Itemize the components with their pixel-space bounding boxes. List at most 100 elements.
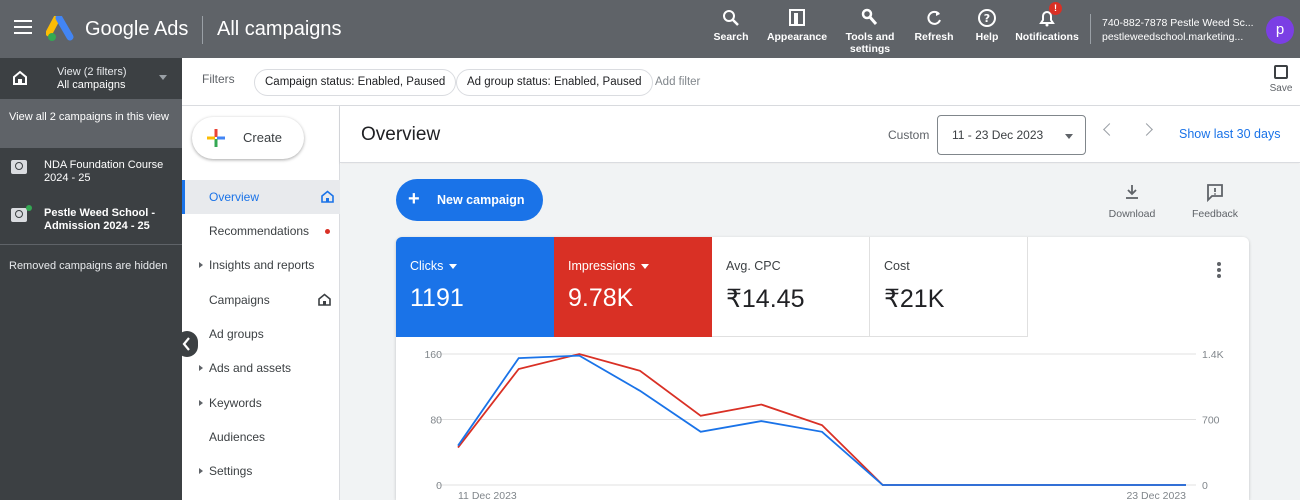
- create-label: Create: [243, 130, 283, 145]
- search-button[interactable]: Search: [712, 8, 750, 43]
- chevron-down-icon: [641, 264, 650, 270]
- nav-item-recommendations[interactable]: Recommendations: [182, 214, 340, 248]
- appearance-icon: [789, 9, 805, 26]
- metric-label: Impressions: [568, 259, 650, 273]
- appearance-button[interactable]: Appearance: [766, 8, 828, 43]
- campaign-panel: View (2 filters) All campaigns View all …: [0, 58, 182, 500]
- metric-value: 9.78K: [568, 284, 634, 312]
- page-heading: Overview: [361, 124, 441, 145]
- more-options-icon[interactable]: [1217, 262, 1221, 280]
- chevron-left-icon: [182, 337, 190, 351]
- view-name: All campaigns: [57, 79, 126, 91]
- date-range-picker[interactable]: 11 - 23 Dec 2023: [937, 115, 1086, 155]
- expand-arrow-icon: [199, 365, 203, 371]
- date-preset-label: Custom: [888, 128, 930, 142]
- save-icon: [1274, 65, 1288, 79]
- status-dot: [26, 205, 32, 211]
- notifications-label: Notifications: [1015, 31, 1079, 43]
- y-right-tick-label: 1.4K: [1202, 349, 1224, 361]
- divider: [202, 16, 203, 44]
- account-name: 740-882-7878 Pestle Weed Sc...: [1102, 17, 1254, 29]
- download-button[interactable]: Download: [1106, 182, 1158, 220]
- overview-content: + New campaign Download Feedback Clicks …: [340, 164, 1300, 500]
- notifications-button[interactable]: ! Notifications: [1014, 2, 1080, 43]
- metric-tile-cost[interactable]: Cost ₹21K: [870, 237, 1028, 337]
- filter-chip-ad-group-status[interactable]: Ad group status: Enabled, Paused: [456, 69, 653, 96]
- help-button[interactable]: ? Help: [970, 8, 1004, 43]
- metric-tile-clicks[interactable]: Clicks 1191: [396, 237, 554, 337]
- y-left-tick-label: 0: [436, 480, 442, 492]
- performance-card: Clicks 1191 Impressions 9.78K Avg. CPC ₹…: [396, 237, 1249, 500]
- search-label: Search: [713, 31, 749, 43]
- nav-item-keywords[interactable]: Keywords: [182, 386, 340, 420]
- feedback-button[interactable]: Feedback: [1188, 182, 1242, 220]
- collapse-panel-button[interactable]: [176, 331, 198, 357]
- avatar[interactable]: p: [1266, 16, 1294, 44]
- nav-item-label: Audiences: [209, 430, 266, 444]
- new-campaign-label: New campaign: [437, 193, 525, 207]
- chevron-down-icon: [159, 75, 167, 80]
- view-all-campaigns[interactable]: View all 2 campaigns in this view: [0, 100, 182, 148]
- nav-item-overview[interactable]: Overview: [182, 180, 340, 214]
- page-title: All campaigns: [217, 18, 342, 40]
- metric-value: 1191: [410, 284, 464, 312]
- top-bar: Google Ads All campaigns Search Appearan…: [0, 0, 1300, 58]
- refresh-button[interactable]: Refresh: [913, 8, 955, 43]
- chevron-down-icon: [449, 264, 458, 270]
- y-right-tick-label: 0: [1202, 480, 1208, 492]
- previous-period-icon[interactable]: [1103, 123, 1116, 136]
- metric-tile-avg-cpc[interactable]: Avg. CPC ₹14.45: [712, 237, 870, 337]
- nav-item-audiences[interactable]: Audiences: [182, 420, 340, 454]
- home-icon: [318, 293, 331, 306]
- campaign-item[interactable]: NDA Foundation Course 2024 - 25: [0, 154, 182, 198]
- nav-item-label: Ad groups: [209, 327, 264, 341]
- nav-item-label: Recommendations: [209, 224, 310, 238]
- chevron-down-icon: [1065, 134, 1073, 139]
- tools-button[interactable]: Tools and settings: [843, 8, 897, 55]
- create-button[interactable]: Create: [192, 117, 304, 159]
- home-icon: [13, 70, 27, 85]
- overview-header: Overview Custom 11 - 23 Dec 2023 Show la…: [340, 106, 1300, 163]
- wrench-icon: [861, 8, 878, 25]
- filter-chip-campaign-status[interactable]: Campaign status: Enabled, Paused: [254, 69, 457, 96]
- nav-item-insights[interactable]: Insights and reports: [182, 248, 340, 282]
- nav-item-settings[interactable]: Settings: [182, 454, 340, 488]
- view-selector[interactable]: View (2 filters) All campaigns: [0, 58, 182, 100]
- google-ads-logo: [46, 16, 74, 41]
- next-period-icon[interactable]: [1140, 123, 1153, 136]
- feedback-icon: [1207, 184, 1223, 203]
- nav-item-label: Settings: [209, 464, 253, 478]
- refresh-label: Refresh: [914, 31, 954, 43]
- search-icon: [723, 10, 739, 26]
- expand-arrow-icon: [199, 468, 203, 474]
- campaign-name: NDA Foundation Course 2024 - 25: [44, 159, 164, 184]
- download-label: Download: [1108, 208, 1156, 220]
- account-info[interactable]: 740-882-7878 Pestle Weed Sc... pestlewee…: [1102, 16, 1257, 44]
- y-left-tick-label: 80: [430, 415, 442, 427]
- search-campaign-icon: [11, 160, 27, 174]
- metric-tile-impressions[interactable]: Impressions 9.78K: [554, 237, 712, 337]
- menu-icon[interactable]: [14, 20, 32, 38]
- expand-arrow-icon: [199, 400, 203, 406]
- nav-item-ad-groups[interactable]: Ad groups: [182, 317, 340, 351]
- save-button[interactable]: Save: [1266, 64, 1296, 94]
- nav-item-label: Ads and assets: [209, 361, 292, 375]
- account-email: pestleweedschool.marketing...: [1102, 31, 1244, 43]
- notification-dot: [325, 229, 330, 234]
- page-menu: Create Overview Recommendations Insights…: [182, 106, 340, 500]
- feedback-label: Feedback: [1191, 208, 1239, 220]
- tools-label: Tools and settings: [845, 31, 895, 55]
- expand-arrow-icon: [199, 262, 203, 268]
- nav-item-ads-assets[interactable]: Ads and assets: [182, 351, 340, 385]
- nav-item-campaigns[interactable]: Campaigns: [182, 283, 340, 317]
- campaign-item[interactable]: Pestle Weed School - Admission 2024 - 25: [0, 202, 182, 246]
- home-icon: [321, 190, 334, 203]
- filter-bar: Filters Campaign status: Enabled, Paused…: [182, 58, 1300, 106]
- add-filter-button[interactable]: Add filter: [655, 76, 700, 88]
- nav-item-label: Campaigns: [209, 293, 270, 307]
- new-campaign-button[interactable]: + New campaign: [396, 179, 543, 221]
- show-last-30-days-link[interactable]: Show last 30 days: [1179, 127, 1280, 141]
- x-tick-label: 23 Dec 2023: [1126, 490, 1186, 500]
- metric-label: Clicks: [410, 259, 458, 273]
- download-icon: [1126, 185, 1138, 199]
